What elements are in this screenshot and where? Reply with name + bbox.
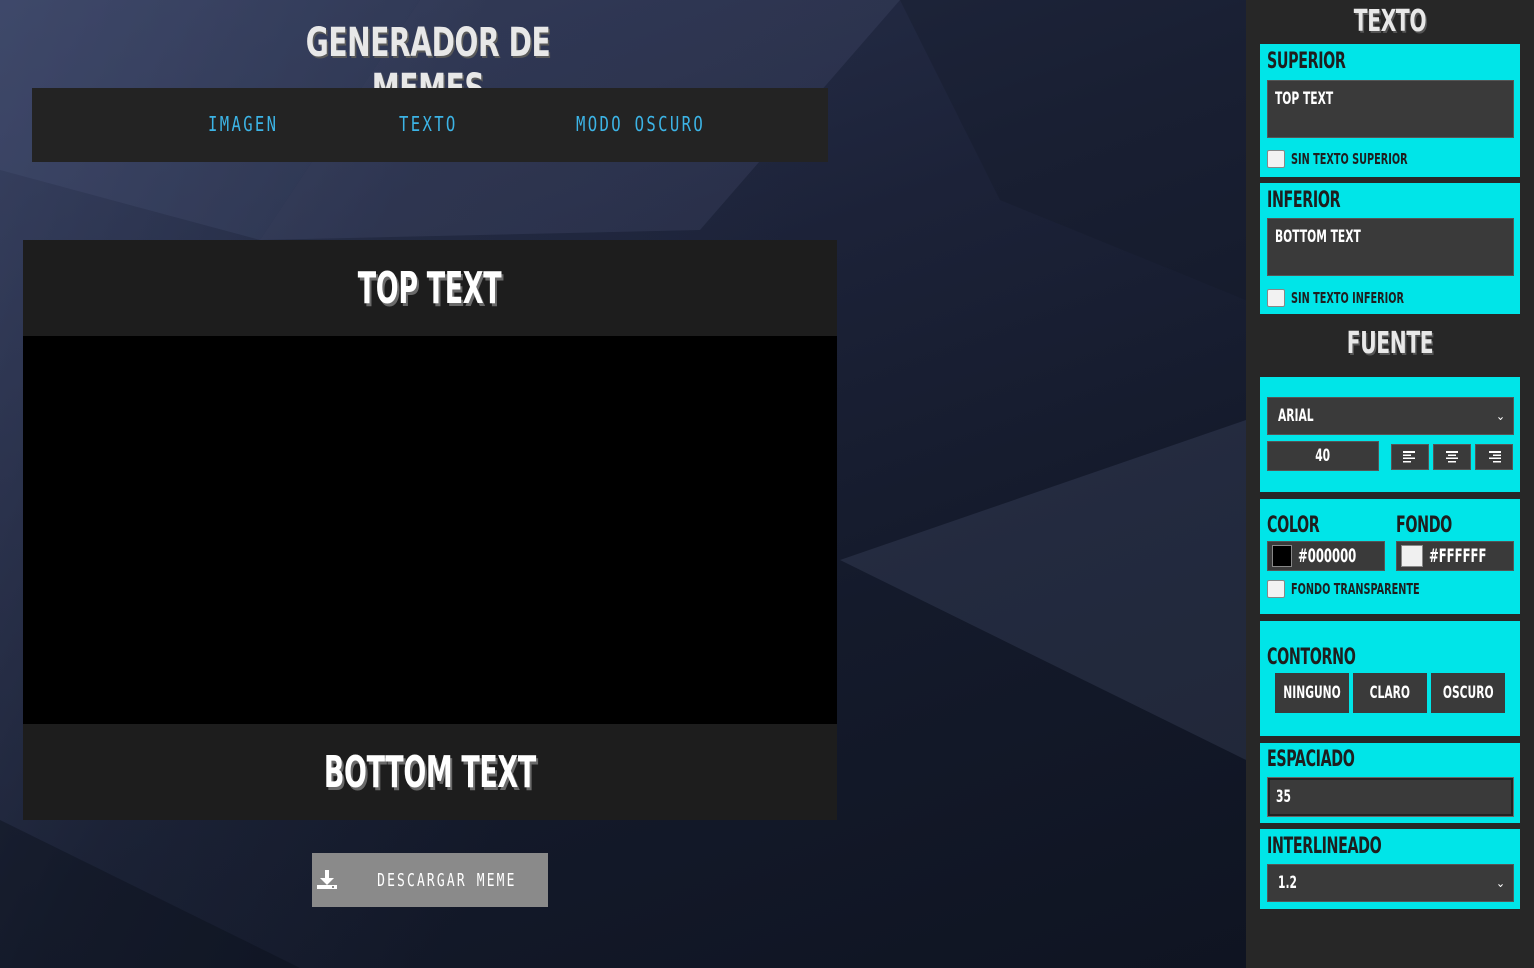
contorno-claro-label: CLARO xyxy=(1369,683,1411,703)
interlineado-panel: INTERLINEADO 1.2 ⌄ xyxy=(1260,829,1520,909)
inferior-text-input[interactable]: BOTTOM TEXT xyxy=(1267,218,1514,276)
superior-panel: SUPERIOR TOP TEXT SIN TEXTO SUPERIOR xyxy=(1260,44,1520,177)
contorno-claro-button[interactable]: CLARO xyxy=(1353,673,1427,713)
contorno-oscuro-button[interactable]: OSCURO xyxy=(1431,673,1505,713)
nav-link-imagen[interactable]: IMAGEN xyxy=(208,112,278,136)
contorno-oscuro-label: OSCURO xyxy=(1442,683,1494,703)
espaciado-panel: ESPACIADO 35 xyxy=(1260,743,1520,823)
download-icon xyxy=(317,870,338,889)
meme-image xyxy=(23,336,837,724)
contorno-ninguno-label: NINGUNO xyxy=(1283,683,1341,703)
color-label: COLOR xyxy=(1267,513,1320,538)
fondo-transparente-label: FONDO TRANSPARENTE xyxy=(1291,580,1420,598)
sidebar-title: TEXTO xyxy=(1353,4,1427,39)
font-family-value: ARIAL xyxy=(1278,406,1314,426)
chevron-down-icon: ⌄ xyxy=(1495,409,1505,423)
download-meme-label: DESCARGAR MEME xyxy=(377,869,517,891)
download-meme-button[interactable]: DESCARGAR MEME xyxy=(312,853,548,907)
inferior-text-value: BOTTOM TEXT xyxy=(1275,227,1361,247)
espaciado-input[interactable]: 35 xyxy=(1267,777,1514,817)
nav-link-modo-oscuro[interactable]: MODO OSCURO xyxy=(576,112,705,136)
chevron-down-icon: ⌄ xyxy=(1495,876,1505,890)
interlineado-label: INTERLINEADO xyxy=(1267,834,1382,859)
bg-color-value: #FFFFFF xyxy=(1428,545,1486,567)
font-size-input[interactable]: 40 xyxy=(1267,441,1379,471)
color-panel: COLOR FONDO #000000 #FFFFFF FONDO TRANSP… xyxy=(1260,499,1520,614)
main-nav: IMAGEN TEXTO MODO OSCURO xyxy=(32,88,828,162)
sin-texto-inferior-row: SIN TEXTO INFERIOR xyxy=(1267,289,1448,307)
fuente-title: FUENTE xyxy=(1346,326,1434,361)
espaciado-value: 35 xyxy=(1276,787,1291,807)
fondo-transparente-row: FONDO TRANSPARENTE xyxy=(1267,580,1470,598)
align-center-button[interactable] xyxy=(1433,444,1471,470)
fondo-label: FONDO xyxy=(1396,513,1452,538)
contorno-panel: CONTORNO NINGUNO CLARO OSCURO xyxy=(1260,621,1520,736)
meme-bottom-text: BOTTOM TEXT xyxy=(324,746,536,798)
align-center-icon xyxy=(1446,451,1458,463)
fondo-transparente-checkbox[interactable] xyxy=(1267,580,1285,598)
text-color-swatch xyxy=(1272,545,1293,567)
meme-bottom-bar: BOTTOM TEXT xyxy=(23,724,837,820)
inferior-label: INFERIOR xyxy=(1267,188,1341,213)
interlineado-value: 1.2 xyxy=(1278,873,1297,893)
meme-preview: TOP TEXT BOTTOM TEXT xyxy=(23,240,837,820)
bg-color-picker[interactable]: #FFFFFF xyxy=(1396,541,1514,571)
sin-texto-inferior-label: SIN TEXTO INFERIOR xyxy=(1291,289,1405,307)
sin-texto-superior-checkbox[interactable] xyxy=(1267,150,1285,168)
font-panel: ARIAL ⌄ 40 xyxy=(1260,377,1520,492)
interlineado-select[interactable]: 1.2 ⌄ xyxy=(1267,864,1514,902)
superior-text-input[interactable]: TOP TEXT xyxy=(1267,80,1514,138)
espaciado-label: ESPACIADO xyxy=(1267,747,1355,772)
superior-label: SUPERIOR xyxy=(1267,49,1346,74)
align-right-icon xyxy=(1489,451,1501,463)
text-color-value: #000000 xyxy=(1298,545,1357,567)
contorno-label: CONTORNO xyxy=(1267,645,1356,670)
contorno-ninguno-button[interactable]: NINGUNO xyxy=(1275,673,1349,713)
superior-text-value: TOP TEXT xyxy=(1275,89,1334,109)
meme-top-bar: TOP TEXT xyxy=(23,240,837,336)
align-left-button[interactable] xyxy=(1391,444,1429,470)
sin-texto-superior-label: SIN TEXTO SUPERIOR xyxy=(1291,150,1408,168)
meme-top-text: TOP TEXT xyxy=(358,262,502,314)
font-family-select[interactable]: ARIAL ⌄ xyxy=(1267,397,1514,435)
inferior-panel: INFERIOR BOTTOM TEXT SIN TEXTO INFERIOR xyxy=(1260,183,1520,314)
bg-color-swatch xyxy=(1401,545,1423,567)
text-sidebar: TEXTO SUPERIOR TOP TEXT SIN TEXTO SUPERI… xyxy=(1246,0,1534,968)
sin-texto-superior-row: SIN TEXTO SUPERIOR xyxy=(1267,150,1453,168)
nav-link-texto[interactable]: TEXTO xyxy=(399,112,458,136)
align-right-button[interactable] xyxy=(1475,444,1513,470)
sin-texto-inferior-checkbox[interactable] xyxy=(1267,289,1285,307)
text-color-picker[interactable]: #000000 xyxy=(1267,541,1385,571)
align-left-icon xyxy=(1403,451,1415,463)
font-size-value: 40 xyxy=(1315,446,1331,466)
